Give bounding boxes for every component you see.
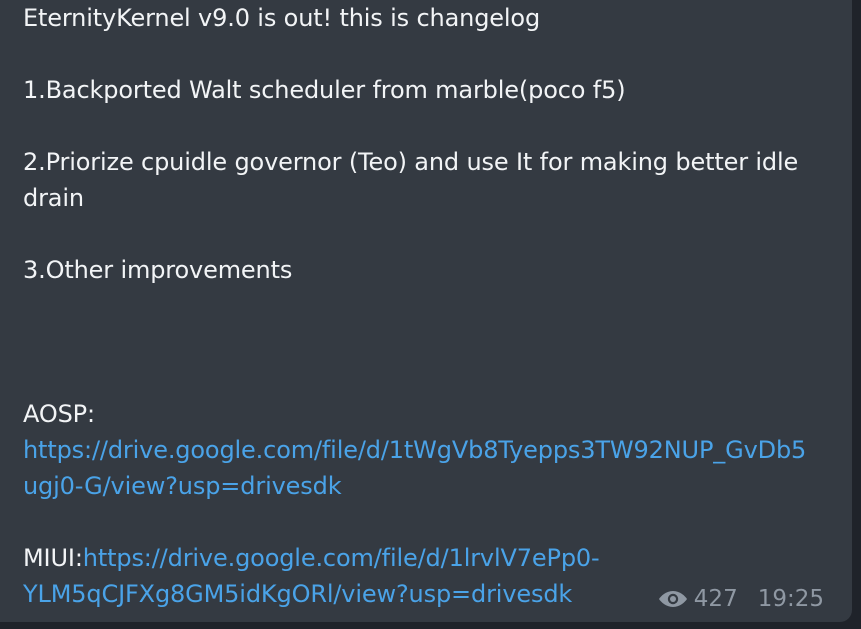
changelog-item-3: 3.Other improvements xyxy=(23,256,293,284)
message-bubble: EternityKernel v9.0 is out! this is chan… xyxy=(0,0,852,622)
miui-line: MIUI:https://drive.google.com/file/d/1lr… xyxy=(23,540,833,576)
aosp-label: AOSP: xyxy=(23,400,95,428)
changelog-item-2: 2.Priorize cpuidle governor (Teo) and us… xyxy=(23,148,799,176)
eye-icon xyxy=(658,591,687,607)
changelog-item-1: 1.Backported Walt scheduler from marble(… xyxy=(23,76,626,104)
miui-label: MIUI: xyxy=(23,544,83,572)
message-text: EternityKernel v9.0 is out! this is chan… xyxy=(23,0,833,612)
aosp-link[interactable]: https://drive.google.com/file/d/1tWgVb8T… xyxy=(23,432,833,468)
message-meta: 427 19:25 xyxy=(658,586,824,612)
aosp-link-line1[interactable]: https://drive.google.com/file/d/1tWgVb8T… xyxy=(23,436,806,464)
aosp-link-line2[interactable]: ugj0-G/view?usp=drivesdk xyxy=(23,472,342,500)
chat-background xyxy=(852,0,861,629)
message-time: 19:25 xyxy=(757,586,824,612)
changelog-item-2-cont: drain xyxy=(23,184,84,212)
aosp-link-cont[interactable]: ugj0-G/view?usp=drivesdk xyxy=(23,468,833,504)
miui-link-line2[interactable]: YLM5qCJFXg8GM5idKgORl/view?usp=drivesdk xyxy=(23,580,572,608)
view-count: 427 xyxy=(693,586,738,612)
miui-link-line1[interactable]: https://drive.google.com/file/d/1lrvlV7e… xyxy=(83,544,600,572)
message-title: EternityKernel v9.0 is out! this is chan… xyxy=(23,4,541,32)
